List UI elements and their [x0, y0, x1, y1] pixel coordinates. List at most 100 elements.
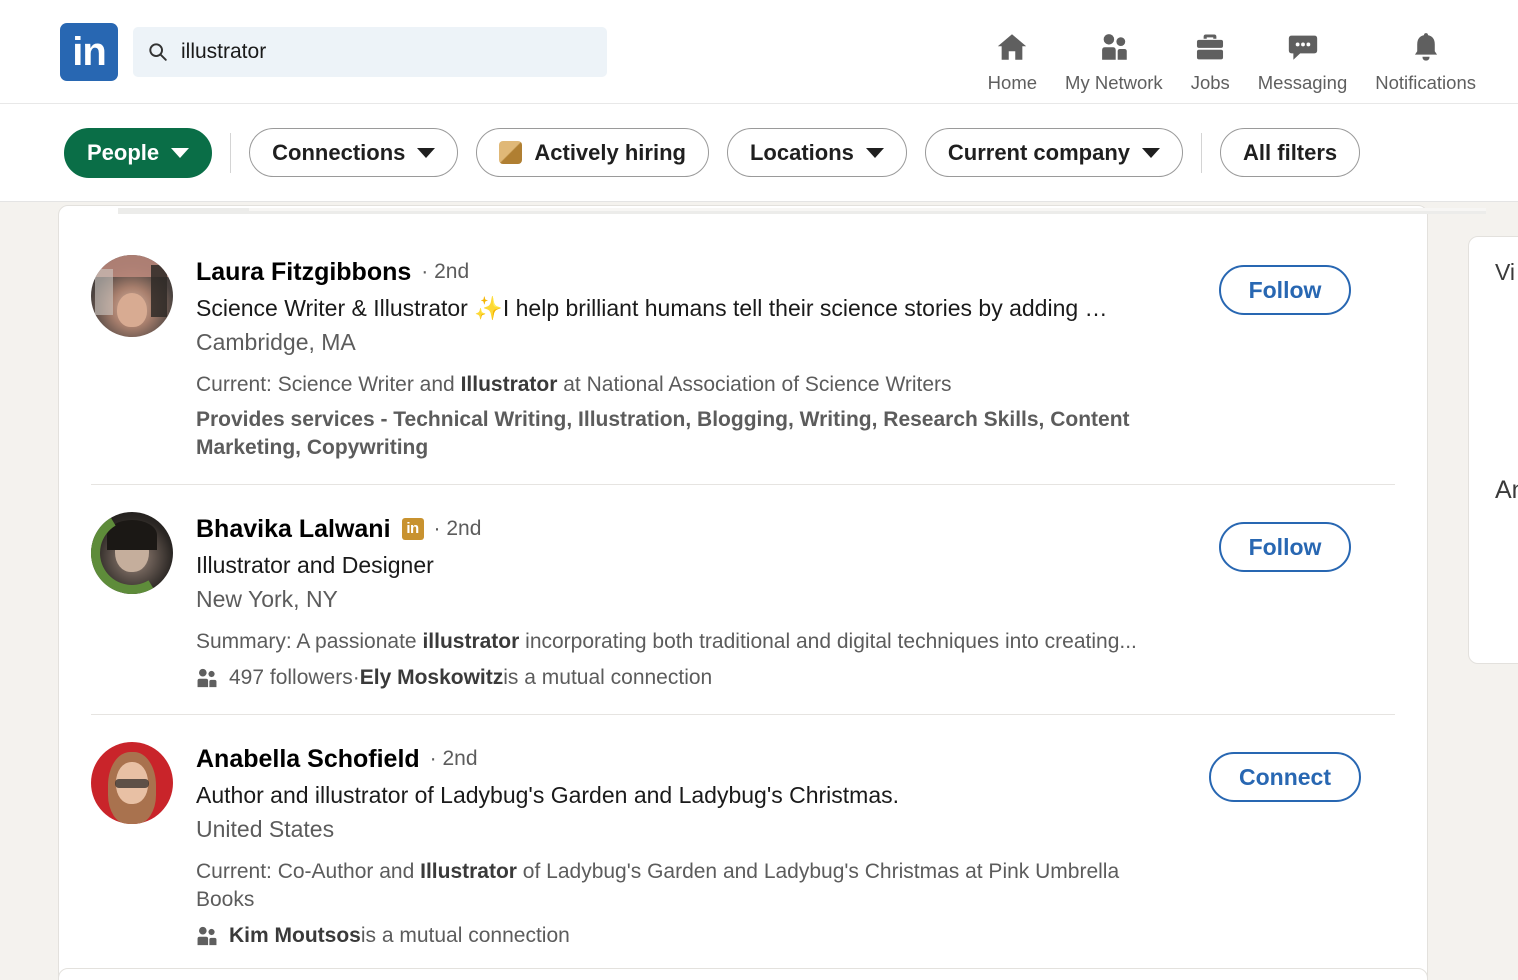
result-current-position: Current: Science Writer and Illustrator …	[196, 371, 1175, 399]
avatar-image	[91, 742, 173, 824]
mutual-connection-name[interactable]: Ely Moskowitz	[360, 664, 504, 692]
filter-current-company[interactable]: Current company	[924, 128, 1184, 177]
linkedin-premium-badge-icon: in	[401, 518, 424, 540]
result-name[interactable]: Anabella Schofield	[196, 744, 420, 774]
linkedin-logo[interactable]: in	[60, 22, 118, 81]
right-rail-title: Vi	[1495, 259, 1516, 285]
result-details: Anabella Schofield · 2nd Author and illu…	[196, 742, 1175, 950]
result-summary: Summary: A passionate illustrator incorp…	[196, 628, 1175, 656]
nav-label-notifications: Notifications	[1375, 71, 1476, 93]
actively-hiring-badge-icon	[499, 141, 523, 164]
summary-keyword: illustrator	[422, 630, 520, 653]
result-name[interactable]: Laura Fitzgibbons	[196, 257, 411, 287]
current-keyword: Illustrator	[420, 860, 517, 883]
my-network-icon	[1097, 27, 1131, 67]
mutual-separator: ·	[352, 666, 360, 689]
result-provides-services: Provides services - Technical Writing, I…	[196, 408, 1130, 459]
nav-label-messaging: Messaging	[1257, 71, 1348, 93]
search-result-item[interactable]: Anabella Schofield · 2nd Author and illu…	[91, 715, 1395, 980]
mutual-connection-suffix: is a mutual connection	[503, 666, 713, 689]
filter-locations[interactable]: Locations	[726, 128, 907, 177]
nav-items: Home My Network Jobs Messaging Notificat…	[974, 0, 1518, 104]
connection-degree: · 2nd	[421, 260, 470, 283]
nav-item-my-network[interactable]: My Network	[1051, 27, 1177, 94]
follow-button[interactable]: Follow	[1218, 522, 1352, 572]
right-rail-secondary-text: An	[1495, 476, 1518, 504]
result-location: Cambridge, MA	[196, 329, 356, 355]
filter-people[interactable]: People	[64, 127, 213, 178]
search-icon	[147, 41, 169, 63]
nav-item-jobs[interactable]: Jobs	[1177, 27, 1244, 94]
filter-connections-label: Connections	[272, 139, 406, 165]
mutual-connection-name[interactable]: Kim Moutsos	[229, 922, 361, 950]
notifications-bell-icon	[1409, 27, 1443, 67]
top-navigation-bar: in Home	[0, 0, 1518, 104]
search-result-item[interactable]: Laura Fitzgibbons · 2nd Science Writer &…	[91, 228, 1395, 485]
home-icon	[995, 27, 1029, 67]
filter-all-filters[interactable]: All filters	[1220, 128, 1361, 177]
search-input[interactable]	[181, 39, 591, 64]
avatar-image	[91, 255, 173, 337]
avatar[interactable]	[91, 512, 173, 594]
connect-button[interactable]: Connect	[1209, 752, 1361, 802]
follow-button[interactable]: Follow	[1218, 265, 1352, 315]
jobs-briefcase-icon	[1193, 27, 1227, 67]
filter-all-filters-label: All filters	[1243, 139, 1338, 165]
filter-connections[interactable]: Connections	[249, 128, 459, 177]
result-name-line: Bhavika Lalwani in · 2nd	[196, 514, 1175, 544]
connection-degree: · 2nd	[429, 747, 478, 770]
people-icon	[196, 926, 218, 946]
avatar[interactable]	[91, 255, 173, 337]
avatar[interactable]	[91, 742, 173, 824]
card-top-edge-inner	[249, 208, 1486, 211]
search-results-card: Laura Fitzgibbons · 2nd Science Writer &…	[58, 205, 1486, 980]
search-results-area: Laura Fitzgibbons · 2nd Science Writer &…	[0, 203, 1518, 980]
filter-divider-right	[1201, 132, 1203, 173]
summary-prefix: Summary: A passionate	[196, 630, 423, 653]
chevron-down-icon	[865, 147, 884, 158]
result-mutual-connection: Kim Moutsos is a mutual connection	[196, 922, 1175, 950]
filter-current-company-label: Current company	[947, 139, 1131, 165]
nav-label-home: Home	[987, 71, 1038, 93]
chevron-down-icon	[1142, 147, 1161, 158]
nav-item-messaging[interactable]: Messaging	[1244, 27, 1361, 94]
result-headline: Illustrator and Designer	[196, 552, 434, 578]
result-location: New York, NY	[196, 586, 338, 612]
result-details: Laura Fitzgibbons · 2nd Science Writer &…	[196, 255, 1175, 462]
right-sidebar-panel: Vi An	[1468, 236, 1518, 664]
filter-locations-label: Locations	[749, 139, 854, 165]
nav-label-my-network: My Network	[1065, 71, 1163, 93]
result-location: United States	[196, 816, 335, 842]
people-icon	[196, 668, 218, 688]
nav-item-home[interactable]: Home	[974, 27, 1051, 94]
nav-label-jobs: Jobs	[1190, 71, 1230, 93]
result-name[interactable]: Bhavika Lalwani	[196, 514, 391, 544]
result-name-line: Laura Fitzgibbons · 2nd	[196, 257, 1175, 287]
filter-actively-hiring-label: Actively hiring	[534, 139, 686, 165]
connection-degree: · 2nd	[433, 517, 482, 540]
filter-divider-left	[230, 132, 232, 173]
result-action-column: Connect	[1175, 742, 1395, 950]
result-followers-mutual: 497 followers · Ely Moskowitz is a mutua…	[196, 664, 1175, 692]
result-headline: Science Writer & Illustrator ✨I help bri…	[196, 295, 1108, 321]
result-headline: Author and illustrator of Ladybug's Gard…	[196, 782, 900, 808]
chevron-down-icon	[417, 147, 436, 158]
search-filter-bar: People Connections Actively hiring Locat…	[0, 104, 1518, 202]
messaging-icon	[1286, 27, 1320, 67]
result-details: Bhavika Lalwani in · 2nd Illustrator and…	[196, 512, 1175, 692]
filter-actively-hiring[interactable]: Actively hiring	[476, 128, 709, 177]
search-result-item[interactable]: Bhavika Lalwani in · 2nd Illustrator and…	[91, 485, 1395, 715]
next-results-card	[58, 968, 1428, 980]
result-current-position: Current: Co-Author and Illustrator of La…	[196, 858, 1175, 914]
current-prefix: Current: Co-Author and	[196, 860, 421, 883]
result-action-column: Follow	[1175, 512, 1395, 692]
followers-count: 497 followers	[229, 666, 353, 689]
nav-item-notifications[interactable]: Notifications	[1361, 27, 1490, 94]
result-action-column: Follow	[1175, 255, 1395, 462]
mutual-connection-suffix: is a mutual connection	[360, 924, 570, 947]
search-box[interactable]	[133, 26, 607, 77]
current-prefix: Current: Science Writer and	[196, 373, 461, 396]
current-keyword: Illustrator	[460, 373, 558, 396]
chevron-down-icon	[171, 147, 190, 158]
avatar-image	[91, 512, 173, 594]
